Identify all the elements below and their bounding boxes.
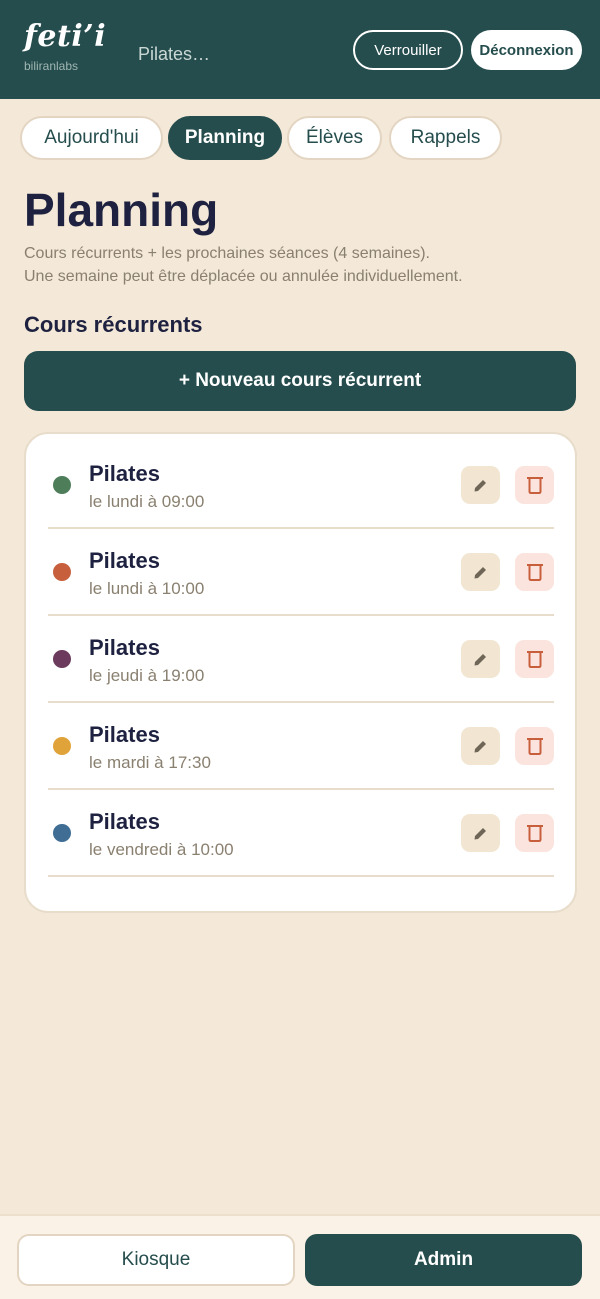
course-schedule: le vendredi à 10:00 <box>89 840 234 859</box>
page-description-line: Cours récurrents + les prochaines séance… <box>24 245 430 262</box>
trash-icon <box>526 477 543 494</box>
course-color-dot <box>53 737 71 755</box>
course-row: Pilates le vendredi à 10:00 <box>48 790 554 877</box>
trash-icon <box>526 738 543 755</box>
trash-icon <box>526 651 543 668</box>
app-header: feti’i biliranlabs Pilates… Verrouiller … <box>0 0 600 99</box>
course-color-dot <box>53 476 71 494</box>
brand-subtitle: biliranlabs <box>24 59 79 73</box>
kiosk-mode-button[interactable]: Kiosque <box>17 1234 295 1286</box>
trash-icon <box>526 564 543 581</box>
edit-course-button[interactable] <box>461 553 500 591</box>
course-color-dot <box>53 824 71 842</box>
course-schedule: le jeudi à 19:00 <box>89 666 205 685</box>
course-color-dot <box>53 650 71 668</box>
course-row: Pilates le jeudi à 19:00 <box>48 616 554 703</box>
page-title: Planning <box>24 184 219 236</box>
pencil-icon <box>474 741 486 753</box>
delete-course-button[interactable] <box>515 727 554 765</box>
tab-students[interactable]: Élèves <box>287 116 382 160</box>
course-schedule: le mardi à 17:30 <box>89 753 211 772</box>
edit-course-button[interactable] <box>461 466 500 504</box>
section-title: Cours récurrents <box>24 312 203 337</box>
page-description-line: Une semaine peut être déplacée ou annulé… <box>24 268 463 285</box>
admin-mode-button[interactable]: Admin <box>305 1234 582 1286</box>
course-name: Pilates <box>89 635 160 660</box>
course-color-dot <box>53 563 71 581</box>
course-name: Pilates <box>89 722 160 747</box>
course-name: Pilates <box>89 809 160 834</box>
brand: feti’i biliranlabs <box>24 19 107 74</box>
tab-planning[interactable]: Planning <box>168 116 282 160</box>
course-list: Pilates le lundi à 09:00 Pilates le lund… <box>48 442 554 877</box>
brand-logo: feti’i <box>24 19 107 54</box>
pencil-icon <box>474 828 486 840</box>
lock-button[interactable]: Verrouiller <box>353 30 463 70</box>
bottom-nav: Kiosque Admin <box>0 1214 600 1299</box>
header-context: Pilates… <box>138 44 211 64</box>
logout-button[interactable]: Déconnexion <box>471 30 582 70</box>
edit-course-button[interactable] <box>461 814 500 852</box>
new-recurring-course-button[interactable]: + Nouveau cours récurrent <box>24 351 576 411</box>
course-row: Pilates le mardi à 17:30 <box>48 703 554 790</box>
edit-course-button[interactable] <box>461 727 500 765</box>
page-description: Cours récurrents + les prochaines séance… <box>24 242 584 288</box>
course-schedule: le lundi à 10:00 <box>89 579 205 598</box>
course-row: Pilates le lundi à 10:00 <box>48 529 554 616</box>
pencil-icon <box>474 480 486 492</box>
course-name: Pilates <box>89 461 160 486</box>
course-schedule: le lundi à 09:00 <box>89 492 205 511</box>
course-list-card: Pilates le lundi à 09:00 Pilates le lund… <box>24 432 577 913</box>
pencil-icon <box>474 654 486 666</box>
delete-course-button[interactable] <box>515 640 554 678</box>
delete-course-button[interactable] <box>515 466 554 504</box>
delete-course-button[interactable] <box>515 553 554 591</box>
course-row: Pilates le lundi à 09:00 <box>48 442 554 529</box>
course-name: Pilates <box>89 548 160 573</box>
trash-icon <box>526 825 543 842</box>
tab-reminders[interactable]: Rappels <box>389 116 502 160</box>
edit-course-button[interactable] <box>461 640 500 678</box>
pencil-icon <box>474 567 486 579</box>
tab-today[interactable]: Aujourd'hui <box>20 116 163 160</box>
delete-course-button[interactable] <box>515 814 554 852</box>
